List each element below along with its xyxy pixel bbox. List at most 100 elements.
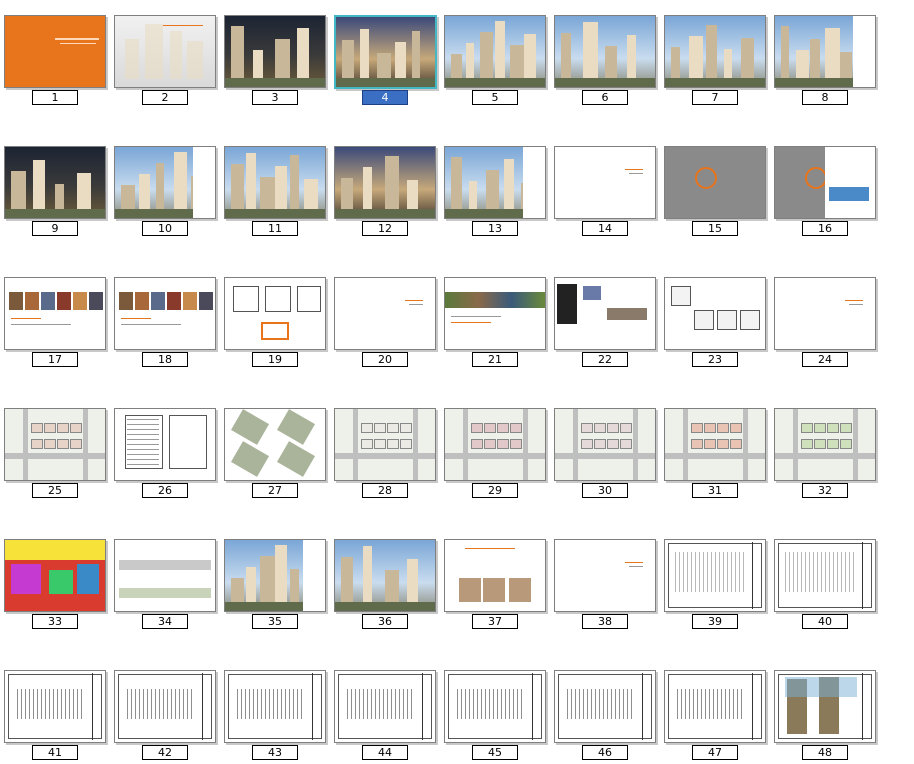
slide-number-label[interactable]: 31 [692, 483, 738, 498]
slide-number-label[interactable]: 16 [802, 221, 848, 236]
slide-number-label[interactable]: 37 [472, 614, 518, 629]
slide-preview[interactable] [4, 408, 106, 481]
slide-number-label[interactable]: 10 [142, 221, 188, 236]
slide-thumbnail-34[interactable]: 34 [114, 539, 218, 629]
slide-thumbnail-40[interactable]: 40 [774, 539, 878, 629]
slide-thumbnail-37[interactable]: 37 [444, 539, 548, 629]
slide-number-label[interactable]: 33 [32, 614, 78, 629]
slide-thumbnail-8[interactable]: 8 [774, 15, 878, 105]
slide-thumbnail-11[interactable]: 11 [224, 146, 328, 236]
slide-number-label[interactable]: 13 [472, 221, 518, 236]
slide-preview[interactable] [4, 146, 106, 219]
slide-number-label[interactable]: 26 [142, 483, 188, 498]
slide-thumbnail-16[interactable]: 16 [774, 146, 878, 236]
slide-preview[interactable] [224, 277, 326, 350]
slide-number-label[interactable]: 14 [582, 221, 628, 236]
slide-preview[interactable] [334, 277, 436, 350]
slide-number-label[interactable]: 48 [802, 745, 848, 760]
slide-number-label[interactable]: 34 [142, 614, 188, 629]
slide-preview[interactable] [774, 277, 876, 350]
slide-number-label[interactable]: 19 [252, 352, 298, 367]
slide-number-label[interactable]: 39 [692, 614, 738, 629]
slide-preview[interactable] [334, 408, 436, 481]
slide-thumbnail-41[interactable]: 41 [4, 670, 108, 760]
slide-preview[interactable] [774, 146, 876, 219]
slide-thumbnail-5[interactable]: 5 [444, 15, 548, 105]
slide-thumbnail-46[interactable]: 46 [554, 670, 658, 760]
slide-number-label[interactable]: 22 [582, 352, 628, 367]
slide-thumbnail-27[interactable]: 27 [224, 408, 328, 498]
slide-thumbnail-7[interactable]: 7 [664, 15, 768, 105]
slide-thumbnail-39[interactable]: 39 [664, 539, 768, 629]
slide-preview[interactable] [554, 539, 656, 612]
slide-preview[interactable] [334, 146, 436, 219]
slide-thumbnail-45[interactable]: 45 [444, 670, 548, 760]
slide-preview[interactable] [4, 670, 106, 743]
slide-number-label[interactable]: 36 [362, 614, 408, 629]
slide-thumbnail-44[interactable]: 44 [334, 670, 438, 760]
slide-number-label[interactable]: 20 [362, 352, 408, 367]
slide-number-label[interactable]: 38 [582, 614, 628, 629]
slide-preview[interactable] [554, 670, 656, 743]
slide-number-label[interactable]: 7 [692, 90, 738, 105]
slide-thumbnail-4[interactable]: 4 [334, 15, 438, 105]
slide-thumbnail-17[interactable]: 17 [4, 277, 108, 367]
slide-preview[interactable] [334, 15, 437, 89]
slide-number-label[interactable]: 5 [472, 90, 518, 105]
slide-preview[interactable] [114, 277, 216, 350]
slide-number-label[interactable]: 46 [582, 745, 628, 760]
slide-thumbnail-26[interactable]: 26 [114, 408, 218, 498]
slide-thumbnail-15[interactable]: 15 [664, 146, 768, 236]
slide-number-label[interactable]: 3 [252, 90, 298, 105]
slide-thumbnail-24[interactable]: 24 [774, 277, 878, 367]
slide-preview[interactable] [664, 146, 766, 219]
slide-preview[interactable] [664, 277, 766, 350]
slide-number-label[interactable]: 8 [802, 90, 848, 105]
slide-number-label[interactable]: 1 [32, 90, 78, 105]
slide-preview[interactable] [444, 408, 546, 481]
slide-preview[interactable] [114, 15, 216, 88]
slide-thumbnail-10[interactable]: 10 [114, 146, 218, 236]
slide-number-label[interactable]: 47 [692, 745, 738, 760]
slide-thumbnail-21[interactable]: 21 [444, 277, 548, 367]
slide-number-label[interactable]: 32 [802, 483, 848, 498]
slide-thumbnail-3[interactable]: 3 [224, 15, 328, 105]
slide-number-label[interactable]: 42 [142, 745, 188, 760]
slide-number-label[interactable]: 12 [362, 221, 408, 236]
slide-number-label[interactable]: 40 [802, 614, 848, 629]
slide-number-label[interactable]: 9 [32, 221, 78, 236]
slide-preview[interactable] [444, 15, 546, 88]
slide-thumbnail-18[interactable]: 18 [114, 277, 218, 367]
slide-thumbnail-1[interactable]: 1 [4, 15, 108, 105]
slide-number-label[interactable]: 44 [362, 745, 408, 760]
slide-thumbnail-2[interactable]: 2 [114, 15, 218, 105]
slide-thumbnail-25[interactable]: 25 [4, 408, 108, 498]
slide-preview[interactable] [334, 539, 436, 612]
slide-preview[interactable] [224, 670, 326, 743]
slide-preview[interactable] [334, 670, 436, 743]
slide-preview[interactable] [774, 15, 876, 88]
slide-number-label[interactable]: 35 [252, 614, 298, 629]
slide-preview[interactable] [664, 15, 766, 88]
slide-number-label[interactable]: 17 [32, 352, 78, 367]
slide-number-label[interactable]: 6 [582, 90, 628, 105]
slide-thumbnail-47[interactable]: 47 [664, 670, 768, 760]
slide-thumbnail-9[interactable]: 9 [4, 146, 108, 236]
slide-thumbnail-48[interactable]: 48 [774, 670, 878, 760]
slide-number-label[interactable]: 28 [362, 483, 408, 498]
slide-number-label[interactable]: 25 [32, 483, 78, 498]
slide-preview[interactable] [444, 670, 546, 743]
slide-preview[interactable] [114, 146, 216, 219]
slide-preview[interactable] [224, 146, 326, 219]
slide-number-label[interactable]: 30 [582, 483, 628, 498]
slide-number-label[interactable]: 24 [802, 352, 848, 367]
slide-number-label[interactable]: 43 [252, 745, 298, 760]
slide-number-label[interactable]: 29 [472, 483, 518, 498]
slide-number-label[interactable]: 21 [472, 352, 518, 367]
slide-thumbnail-36[interactable]: 36 [334, 539, 438, 629]
slide-preview[interactable] [554, 277, 656, 350]
slide-preview[interactable] [114, 539, 216, 612]
slide-number-label[interactable]: 27 [252, 483, 298, 498]
slide-preview[interactable] [224, 539, 326, 612]
slide-number-label[interactable]: 11 [252, 221, 298, 236]
